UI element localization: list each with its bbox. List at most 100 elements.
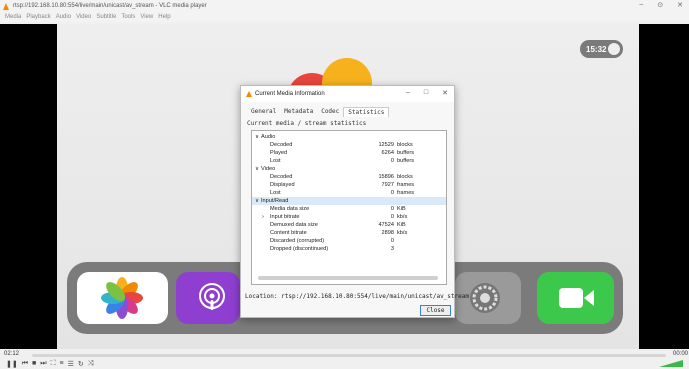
seek-bar[interactable] bbox=[32, 354, 666, 357]
stats-unit: frames bbox=[397, 190, 415, 196]
window-title: rtsp://192.168.10.80:554/live/main/unica… bbox=[13, 3, 207, 9]
photos-app-icon bbox=[77, 272, 168, 324]
stats-value: 15896 bbox=[378, 174, 394, 180]
tab-statistics[interactable]: Statistics bbox=[343, 107, 390, 117]
stats-row[interactable]: Demuxed data size 47524 KiB bbox=[252, 221, 446, 229]
user-icon bbox=[608, 43, 620, 55]
minimize-icon[interactable]: – bbox=[639, 1, 643, 9]
menu-tools[interactable]: Tools bbox=[121, 14, 135, 20]
stats-label: Input bitrate bbox=[270, 214, 300, 220]
statistics-caption: Current media / stream statistics bbox=[247, 120, 367, 127]
menu-media[interactable]: Media bbox=[5, 14, 21, 20]
tab-metadata[interactable]: Metadata bbox=[280, 107, 317, 117]
stats-label: Input/Read bbox=[261, 198, 289, 204]
stats-label: Content bitrate bbox=[270, 230, 307, 236]
stats-row[interactable]: Displayed 7927 frames bbox=[252, 181, 446, 189]
stats-value: 12529 bbox=[378, 142, 394, 148]
expander-icon[interactable]: ∨ bbox=[255, 133, 259, 141]
playback-buttons: ❚❚ ⏮ ■ ⏭ ⛶ ≡ ☰ ↻ ⤨ bbox=[6, 360, 93, 368]
extended-settings-icon[interactable]: ≡ bbox=[60, 360, 64, 368]
stats-value: 6264 bbox=[381, 150, 394, 156]
stats-unit: blocks bbox=[397, 142, 413, 148]
stats-unit: blocks bbox=[397, 174, 413, 180]
menu-audio[interactable]: Audio bbox=[56, 14, 71, 20]
clock-time: 15:32 bbox=[586, 44, 607, 54]
close-button[interactable]: Close bbox=[420, 305, 451, 316]
stats-category-row[interactable]: ∨ Input/Read bbox=[252, 197, 446, 205]
player-controls: 02:12 00:00 ❚❚ ⏮ ■ ⏭ ⛶ ≡ ☰ ↻ ⤨ bbox=[0, 349, 689, 369]
playlist-icon[interactable]: ☰ bbox=[68, 360, 74, 368]
stats-row[interactable]: › Input bitrate 0 kb/s bbox=[252, 213, 446, 221]
stats-label: Discarded (corrupted) bbox=[270, 238, 325, 244]
minimize-icon[interactable]: – bbox=[406, 89, 410, 97]
stats-unit: KiB bbox=[397, 222, 406, 228]
stats-label: Demuxed data size bbox=[270, 222, 318, 228]
pause-icon[interactable]: ❚❚ bbox=[6, 360, 18, 368]
stats-row[interactable]: Decoded 12529 blocks bbox=[252, 141, 446, 149]
loop-icon[interactable]: ↻ bbox=[78, 360, 84, 368]
stats-label: Lost bbox=[270, 158, 281, 164]
stats-row[interactable]: Dropped (discontinued) 3 bbox=[252, 245, 446, 253]
stats-unit: KiB bbox=[397, 206, 406, 212]
time-total: 00:00 bbox=[672, 351, 688, 357]
photos-flower-icon bbox=[101, 277, 143, 319]
tab-general[interactable]: General bbox=[247, 107, 280, 117]
stats-value: 0 bbox=[390, 206, 394, 212]
dialog-titlebar: Current Media Information – □ ✕ bbox=[241, 86, 454, 102]
dialog-title: Current Media Information bbox=[255, 91, 325, 97]
menu-bar: Media Playback Audio Video Subtitle Tool… bbox=[0, 12, 689, 22]
maximize-icon[interactable]: ⊙ bbox=[657, 1, 663, 9]
podcasts-icon bbox=[199, 283, 225, 310]
stats-value: 0 bbox=[390, 214, 394, 220]
stats-category-row[interactable]: ∨ Video bbox=[252, 165, 446, 173]
menu-playback[interactable]: Playback bbox=[26, 14, 50, 20]
time-elapsed: 02:12 bbox=[4, 351, 20, 357]
stats-unit: kb/s bbox=[397, 214, 408, 220]
close-icon[interactable]: ✕ bbox=[677, 1, 683, 9]
stop-icon[interactable]: ■ bbox=[32, 360, 36, 368]
stats-category-row[interactable]: ∨ Audio bbox=[252, 133, 446, 141]
stats-row[interactable]: Lost 0 frames bbox=[252, 189, 446, 197]
stats-label: Audio bbox=[261, 134, 276, 140]
expander-icon[interactable]: ∨ bbox=[255, 165, 259, 173]
window-controls: – ⊙ ✕ bbox=[639, 1, 683, 9]
stats-label: Lost bbox=[270, 190, 281, 196]
menu-video[interactable]: Video bbox=[76, 14, 91, 20]
maximize-icon[interactable]: □ bbox=[424, 89, 428, 97]
menu-subtitle[interactable]: Subtitle bbox=[96, 14, 116, 20]
stats-row[interactable]: Lost 0 buffers bbox=[252, 157, 446, 165]
stats-value: 0 bbox=[390, 238, 394, 244]
stats-unit: buffers bbox=[397, 150, 414, 156]
menu-help[interactable]: Help bbox=[158, 14, 170, 20]
close-icon[interactable]: ✕ bbox=[442, 89, 448, 97]
next-icon[interactable]: ⏭ bbox=[40, 360, 46, 368]
stats-row[interactable]: Media data size 0 KiB bbox=[252, 205, 446, 213]
stats-unit: buffers bbox=[397, 158, 414, 164]
stats-unit: frames bbox=[397, 182, 415, 188]
stats-label: Played bbox=[270, 150, 288, 156]
expander-icon[interactable]: ∨ bbox=[255, 197, 259, 205]
stats-label: Media data size bbox=[270, 206, 310, 212]
media-info-dialog: Current Media Information – □ ✕ General … bbox=[240, 85, 469, 318]
location-text: Location: rtsp://192.168.10.80:554/live/… bbox=[245, 293, 469, 300]
stats-value: 2898 bbox=[381, 230, 394, 236]
statistics-tree[interactable]: ∨ Audio Decoded 12529 blocks Played 6264 buffer… bbox=[251, 130, 447, 285]
tab-codec[interactable]: Codec bbox=[317, 107, 343, 117]
stats-label: Dropped (discontinued) bbox=[270, 246, 329, 252]
dialog-window-controls: – □ ✕ bbox=[406, 89, 448, 97]
menu-view[interactable]: View bbox=[140, 14, 153, 20]
facetime-app-icon bbox=[537, 272, 614, 324]
volume-slider[interactable] bbox=[657, 359, 685, 368]
stats-row[interactable]: Content bitrate 2898 kb/s bbox=[252, 229, 446, 237]
stats-row[interactable]: Decoded 15896 blocks bbox=[252, 173, 446, 181]
horizontal-scrollbar[interactable] bbox=[258, 276, 438, 280]
stats-row[interactable]: Played 6264 buffers bbox=[252, 149, 446, 157]
fullscreen-icon[interactable]: ⛶ bbox=[51, 360, 56, 368]
vlc-logo-icon bbox=[3, 2, 10, 10]
stats-label: Decoded bbox=[270, 174, 293, 180]
previous-icon[interactable]: ⏮ bbox=[22, 360, 28, 368]
shuffle-icon[interactable]: ⤨ bbox=[88, 360, 94, 368]
stats-row[interactable]: Discarded (corrupted) 0 bbox=[252, 237, 446, 245]
stats-value: 0 bbox=[390, 158, 394, 164]
expander-icon[interactable]: › bbox=[262, 213, 264, 221]
